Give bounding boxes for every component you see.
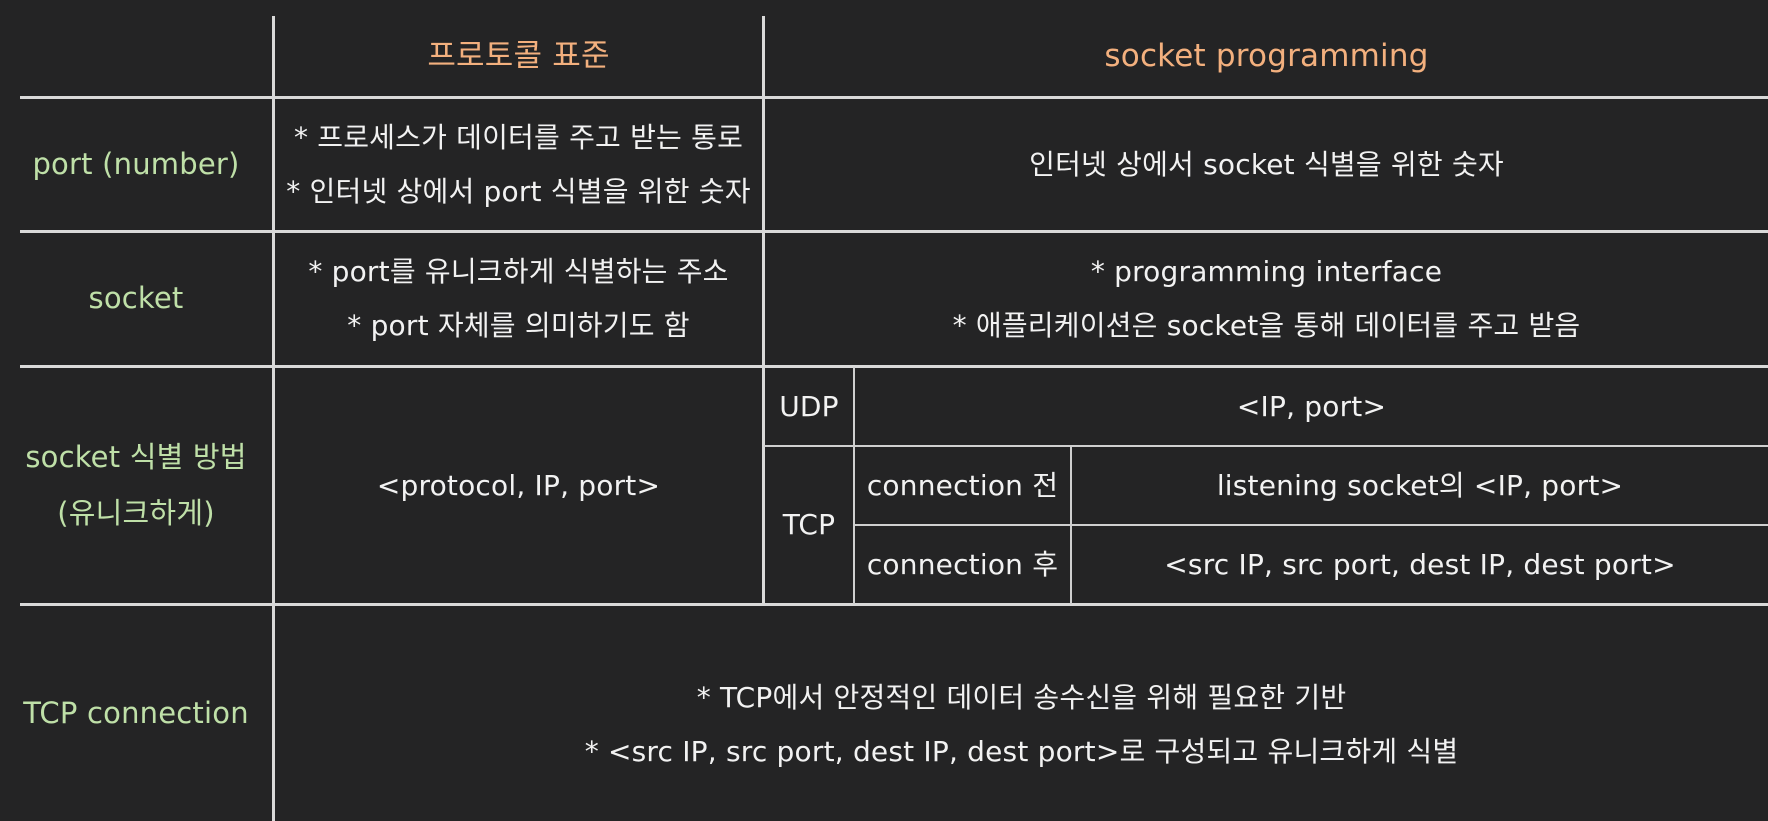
cell-line: * port를 유니크하게 식별하는 주소: [308, 255, 729, 288]
cell-line: 인터넷 상에서 socket 식별을 위한 숫자: [1029, 147, 1504, 181]
row-label-text: (유니크하게): [57, 495, 215, 530]
port-socket-cell: 인터넷 상에서 socket 식별을 위한 숫자: [765, 99, 1768, 230]
cell-line: * 인터넷 상에서 port 식별을 위한 숫자: [286, 174, 751, 208]
cell-line: * 애플리케이션은 socket을 통해 데이터를 주고 받음: [952, 309, 1581, 342]
tcp-before-value-cell: listening socket의 <IP, port>: [1072, 447, 1768, 524]
tcp-after-value-cell: <src IP, src port, dest IP, dest port>: [1072, 526, 1768, 603]
row-label-text: socket 식별 방법: [25, 440, 247, 474]
cell-line: * TCP에서 안정적인 데이터 송수신을 위해 필요한 기반: [696, 680, 1347, 714]
row-label-port: port (number): [0, 99, 272, 230]
row-label-socket: socket: [0, 233, 272, 365]
tcp-label-cell: TCP: [765, 447, 853, 603]
cell-line: connection 후: [866, 547, 1059, 581]
socket-protocol-cell: * port를 유니크하게 식별하는 주소 * port 자체를 의미하기도 함: [275, 233, 762, 365]
row-label-text: TCP connection: [23, 695, 249, 730]
row-label-text: port (number): [32, 146, 240, 181]
header-protocol-standard-text: 프로토콜 표준: [427, 37, 610, 74]
cell-line: <protocol, IP, port>: [376, 468, 661, 502]
header-socket-programming: socket programming: [765, 16, 1768, 96]
udp-label-cell: UDP: [765, 368, 853, 445]
cell-line: * programming interface: [1090, 255, 1443, 288]
header-socket-programming-text: socket programming: [1104, 37, 1429, 74]
cell-line: connection 전: [866, 468, 1059, 502]
cell-line: listening socket의 <IP, port>: [1216, 468, 1624, 502]
row-label-identification: socket 식별 방법 (유니크하게): [0, 368, 272, 603]
row-label-tcp-connection: TCP connection: [0, 606, 272, 821]
cell-line: <IP, port>: [1236, 389, 1387, 423]
cell-line: * <src IP, src port, dest IP, dest port>…: [584, 734, 1459, 768]
tcp-before-label-cell: connection 전: [855, 447, 1070, 524]
cell-line: TCP: [782, 508, 836, 541]
cell-line: UDP: [779, 389, 839, 423]
identification-protocol-cell: <protocol, IP, port>: [275, 368, 762, 603]
row-label-text: socket: [88, 281, 184, 316]
cell-line: <src IP, src port, dest IP, dest port>: [1164, 547, 1676, 581]
tcp-connection-cell: * TCP에서 안정적인 데이터 송수신을 위해 필요한 기반 * <src I…: [275, 606, 1768, 821]
tcp-after-label-cell: connection 후: [855, 526, 1070, 603]
comparison-table: 프로토콜 표준 socket programming port (number)…: [0, 0, 1768, 821]
port-protocol-cell: * 프로세스가 데이터를 주고 받는 통로 * 인터넷 상에서 port 식별을…: [275, 99, 762, 230]
cell-line: * 프로세스가 데이터를 주고 받는 통로: [293, 120, 744, 154]
header-protocol-standard: 프로토콜 표준: [275, 16, 762, 96]
udp-value-cell: <IP, port>: [855, 368, 1768, 445]
cell-line: * port 자체를 의미하기도 함: [347, 309, 690, 342]
socket-socket-cell: * programming interface * 애플리케이션은 socket…: [765, 233, 1768, 365]
